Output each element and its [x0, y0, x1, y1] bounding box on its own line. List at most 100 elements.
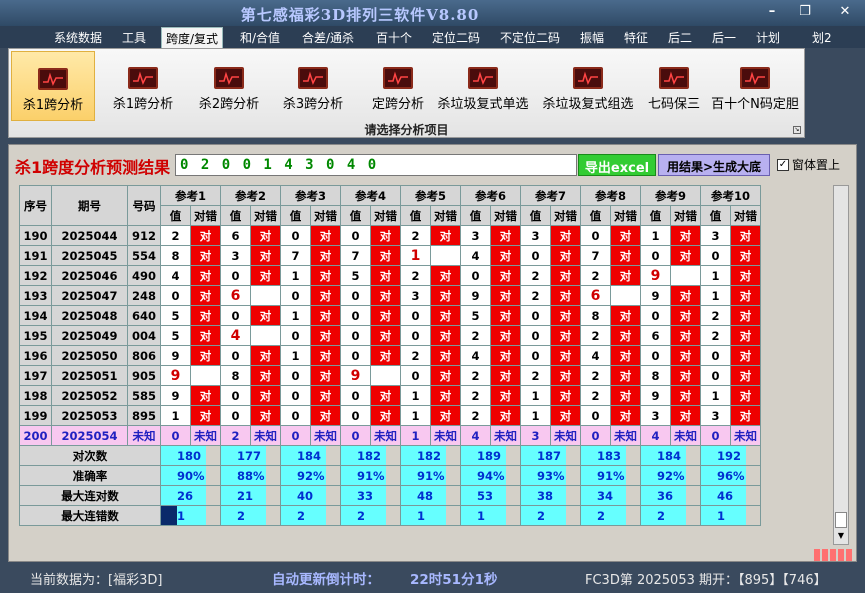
flag-cell: 对 — [250, 305, 281, 326]
table-row[interactable]: 192 2025046 490 4 对 0 对 1 对 5 对 2 对 0 对 2 对 2 对 9 1 对 — [19, 265, 761, 286]
value-cell: 8 — [220, 365, 251, 386]
stats-value: 183 — [596, 445, 627, 466]
ribbon-button[interactable]: 杀垃圾复式单选 — [432, 51, 534, 121]
value-cell: 0 — [520, 305, 551, 326]
stats-value: 93% — [536, 465, 567, 486]
table-row[interactable]: 195 2025049 004 5 对 4 0 对 0 对 0 对 2 对 0 对 2 对 6 对 2 对 — [19, 325, 761, 346]
scroll-down-icon[interactable]: ▼ — [835, 531, 847, 543]
stats-label: 准确率 — [19, 465, 161, 486]
value-cell: 7 — [280, 245, 311, 266]
export-excel-button[interactable]: 导出excel — [578, 154, 656, 176]
stats-value: 33 — [356, 485, 387, 506]
vertical-scrollbar[interactable]: ▼ — [833, 185, 849, 545]
header-ref: 参考4 — [340, 185, 401, 206]
flag-cell: 对 — [730, 305, 761, 326]
status-timer-value: 22时51分1秒 — [410, 572, 498, 588]
table-row[interactable]: 199 2025053 895 1 对 0 对 0 对 0 对 1 对 2 对 1 对 0 对 3 对 3 对 — [19, 405, 761, 426]
stats-value: 1 — [716, 505, 747, 526]
flag-cell: 对 — [250, 365, 281, 386]
ribbon-button-label: 定跨分析 — [371, 97, 424, 112]
stats-value: 182 — [416, 445, 447, 466]
value-cell: 3 — [220, 245, 251, 266]
flag-cell: 对 — [190, 285, 221, 306]
flag-cell: 对 — [730, 365, 761, 386]
result-value-field[interactable]: 0 2 0 0 1 4 3 0 4 0 — [175, 154, 577, 176]
menu-item[interactable]: 系统数据 — [54, 29, 102, 46]
stats-value: 189 — [476, 445, 507, 466]
flag-cell: 未知 — [310, 425, 341, 446]
value-cell: 1 — [700, 265, 731, 286]
flag-cell: 对 — [310, 345, 341, 366]
menu-item[interactable]: 划2 — [812, 29, 832, 46]
header-ref: 参考6 — [460, 185, 521, 206]
ribbon-button[interactable]: 杀垃圾复式组选 — [537, 51, 639, 121]
close-icon[interactable]: ✕ — [833, 4, 857, 19]
row-number: 248 — [127, 285, 161, 306]
menu-item[interactable]: 工具 — [122, 29, 146, 46]
menu-item[interactable]: 后一 — [712, 29, 736, 46]
row-seq: 199 — [19, 405, 52, 426]
header-flag: 对错 — [310, 205, 341, 226]
value-cell: 0 — [700, 345, 731, 366]
ribbon-button[interactable]: 杀1跨分析 — [11, 51, 95, 121]
flag-cell: 对 — [190, 405, 221, 426]
generate-base-button[interactable]: 用结果>生成大底 — [658, 154, 770, 176]
value-cell: 7 — [580, 245, 611, 266]
ribbon-expand-icon[interactable]: ↘ — [793, 126, 801, 134]
ribbon-button[interactable]: 杀1跨分析 — [103, 51, 183, 121]
flag-cell: 对 — [490, 345, 521, 366]
value-cell: 0 — [160, 425, 191, 446]
menu-item[interactable]: 不定位二码 — [500, 29, 560, 46]
stats-value: 26 — [176, 485, 207, 506]
menu-item[interactable]: 百十个 — [376, 29, 412, 46]
menu-item[interactable]: 合差/通杀 — [302, 29, 354, 46]
ribbon-button[interactable]: 定跨分析 — [356, 51, 440, 121]
flag-cell: 对 — [730, 225, 761, 246]
menu-item[interactable]: 特征 — [624, 29, 648, 46]
flag-cell: 对 — [550, 305, 581, 326]
value-cell: 0 — [580, 225, 611, 246]
stats-value: 94% — [476, 465, 507, 486]
chart-icon — [298, 67, 328, 89]
pending-row[interactable]: 200 2025054 未知 0 未知 2 未知 0 未知 0 未知 1 未知 4 未知 3 未知 0 未知 4 未知 0… — [19, 425, 761, 446]
menu-item[interactable]: 后二 — [668, 29, 692, 46]
table-row[interactable]: 190 2025044 912 2 对 6 对 0 对 0 对 2 对 3 对 3 对 0 对 1 对 3 对 — [19, 225, 761, 246]
row-issue: 2025048 — [51, 305, 128, 326]
stats-value: 91% — [596, 465, 627, 486]
scrollbar-thumb[interactable] — [835, 512, 847, 528]
table-row[interactable]: 191 2025045 554 8 对 3 对 7 对 7 对 1 4 对 0 对 7 对 0 对 0 对 — [19, 245, 761, 266]
window-ontop-checkbox[interactable]: ✓ 窗体置上 — [777, 156, 840, 173]
stats-value: 90% — [176, 465, 207, 486]
flag-cell: 未知 — [190, 425, 221, 446]
ribbon-button[interactable]: 杀3跨分析 — [271, 51, 355, 121]
ribbon-button[interactable]: 百十个N码定胆 — [709, 51, 801, 121]
value-cell: 3 — [700, 225, 731, 246]
header-flag: 对错 — [730, 205, 761, 226]
maximize-icon[interactable]: ❐ — [793, 4, 817, 19]
value-cell: 0 — [280, 365, 311, 386]
menu-item[interactable]: 计划 — [756, 29, 780, 46]
ribbon-button[interactable]: 杀2跨分析 — [187, 51, 271, 121]
header-value: 值 — [580, 205, 611, 226]
value-cell: 4 — [220, 325, 251, 346]
flag-cell: 对 — [370, 405, 401, 426]
stats-value: 48 — [416, 485, 447, 506]
table-row[interactable]: 197 2025051 905 9 8 对 0 对 9 0 对 2 对 2 对 2 对 8 对 0 对 — [19, 365, 761, 386]
check-icon[interactable]: ✓ — [777, 158, 789, 171]
flag-cell: 对 — [550, 345, 581, 366]
value-cell: 2 — [400, 265, 431, 286]
table-row[interactable]: 194 2025048 640 5 对 0 对 1 对 0 对 0 对 5 对 0 对 8 对 0 对 2 对 — [19, 305, 761, 326]
flag-cell: 对 — [310, 225, 341, 246]
menu-item[interactable]: 和/合值 — [240, 29, 280, 46]
menu-item[interactable]: 振幅 — [580, 29, 604, 46]
minimize-icon[interactable]: – — [760, 4, 784, 19]
flag-cell: 对 — [190, 345, 221, 366]
menu-item[interactable]: 跨度/复式 — [161, 27, 224, 48]
value-cell: 2 — [400, 345, 431, 366]
table-row[interactable]: 198 2025052 585 9 对 0 对 0 对 0 对 1 对 2 对 1 对 2 对 9 对 1 对 — [19, 385, 761, 406]
menu-item[interactable]: 定位二码 — [432, 29, 480, 46]
ribbon-button[interactable]: 七码保三 — [641, 51, 707, 121]
table-row[interactable]: 196 2025050 806 9 对 0 对 1 对 0 对 2 对 4 对 0 对 4 对 0 对 0 对 — [19, 345, 761, 366]
table-row[interactable]: 193 2025047 248 0 对 6 0 对 0 对 3 对 9 对 2 对 6 9 对 1 对 — [19, 285, 761, 306]
flag-cell: 对 — [550, 265, 581, 286]
